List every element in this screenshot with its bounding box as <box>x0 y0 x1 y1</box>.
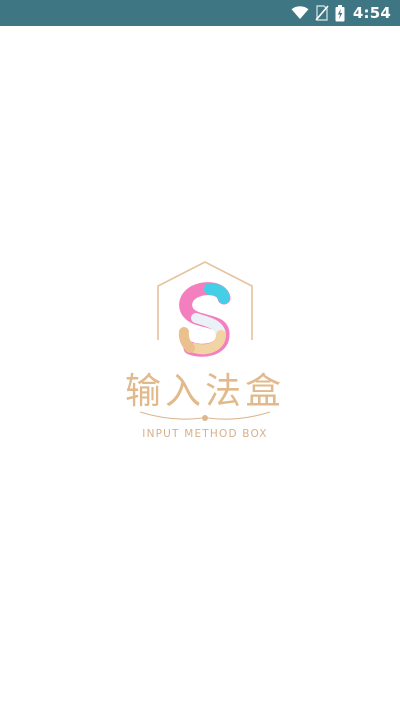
s-logo-icon <box>178 282 231 357</box>
splash-screen: 输入法盒 INPUT METHOD BOX <box>0 26 400 711</box>
house-frame-icon <box>157 261 253 357</box>
app-logo: 输入法盒 INPUT METHOD BOX <box>120 258 290 448</box>
wifi-icon <box>291 6 309 20</box>
app-title: 输入法盒 <box>124 371 285 412</box>
no-sim-icon <box>315 5 329 21</box>
ornament-divider <box>139 411 271 421</box>
app-subtitle: INPUT METHOD BOX <box>142 428 268 440</box>
status-bar: 4:54 <box>0 0 400 26</box>
battery-charging-icon <box>335 4 345 22</box>
status-time: 4:54 <box>352 4 391 22</box>
